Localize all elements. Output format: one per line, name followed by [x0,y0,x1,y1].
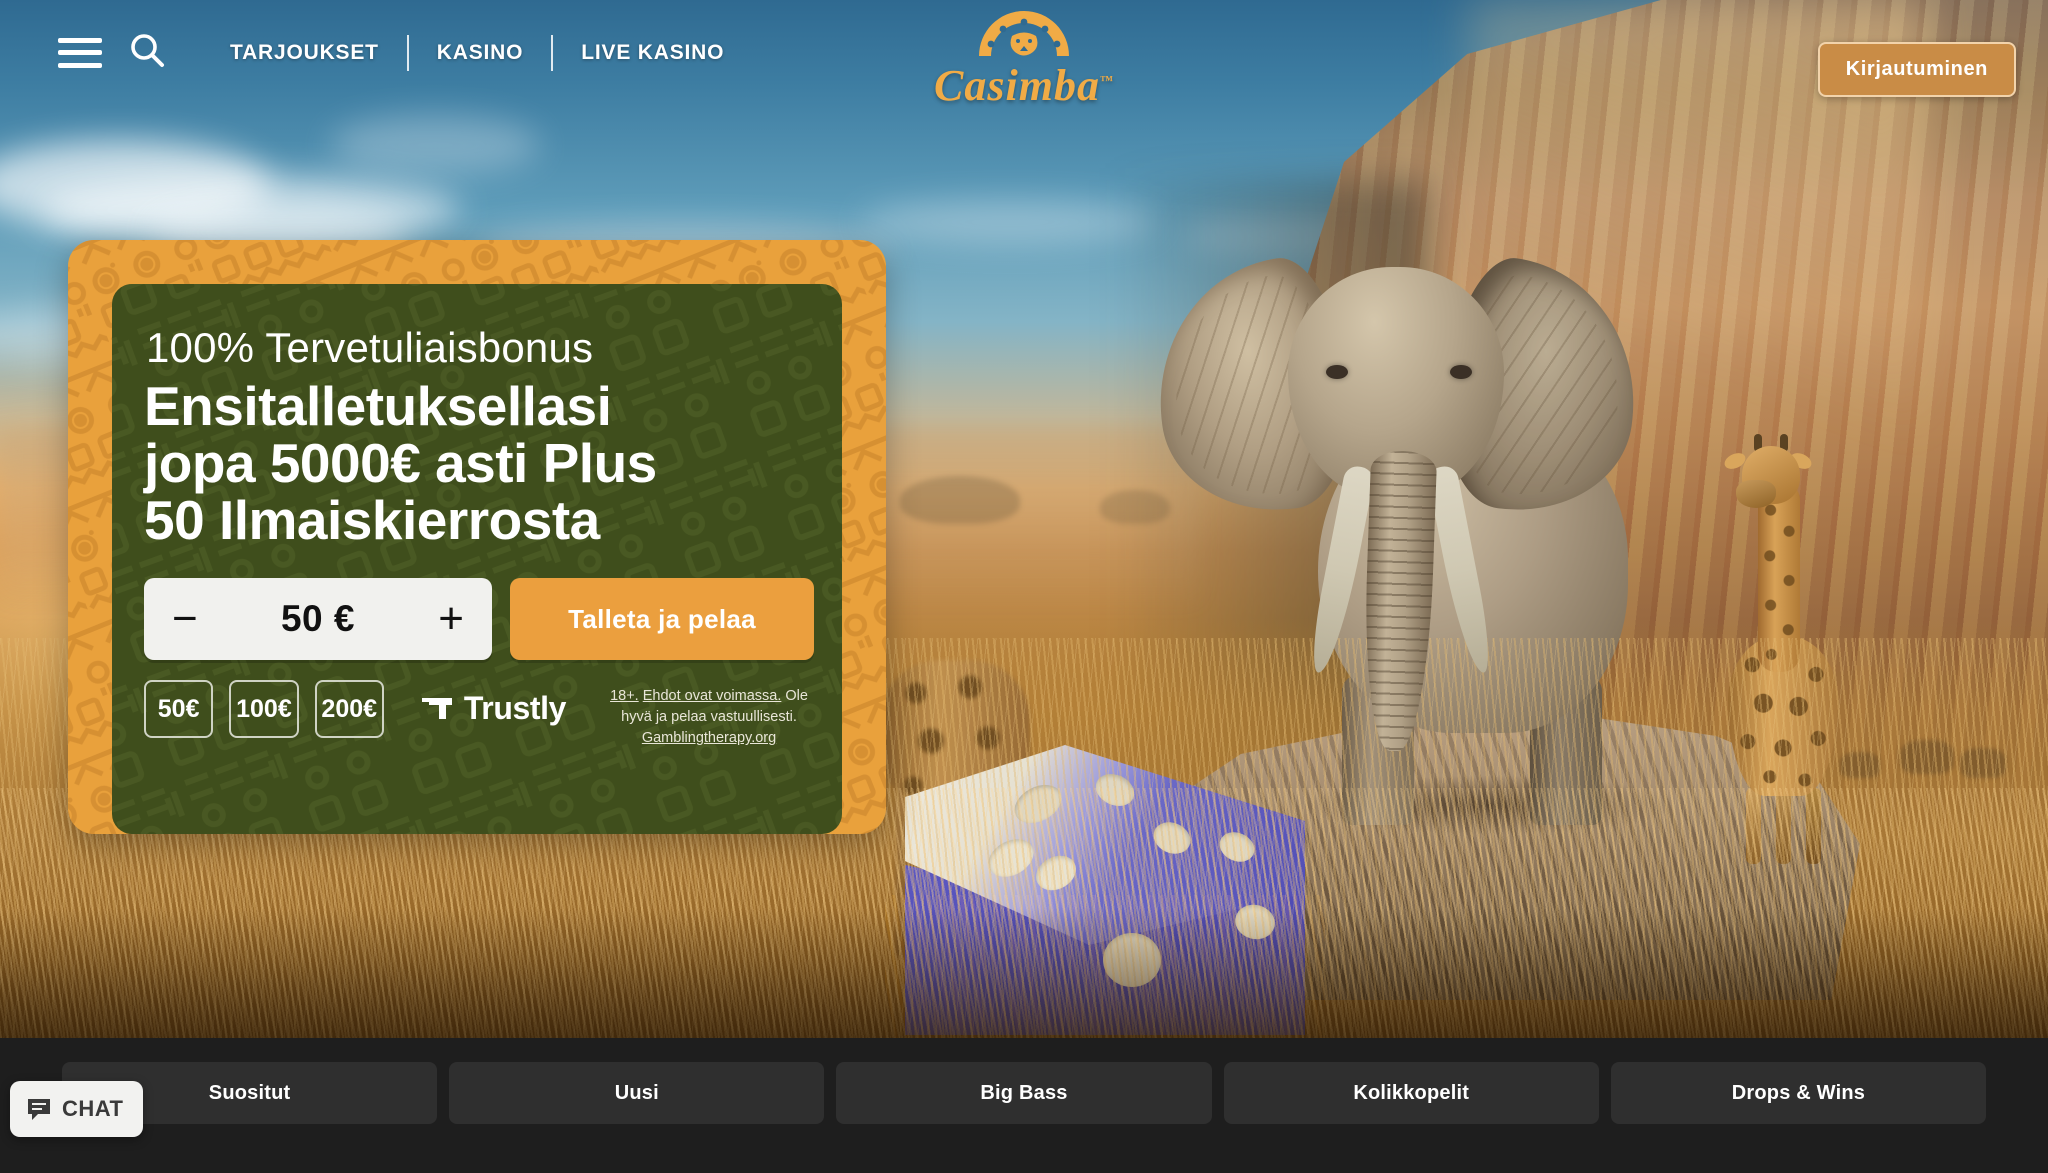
hamburger-menu-icon[interactable] [58,37,102,68]
conditions-link[interactable]: Ehdot ovat voimassa. [643,688,782,704]
terms-and-conditions: 18+. Ehdot ovat voimassa. Ole hyvä ja pe… [604,686,814,749]
welcome-bonus-promo-card: 100% Tervetuliaisbonus Ensitalletuksella… [68,240,886,834]
tab-big-bass[interactable]: Big Bass [836,1062,1212,1124]
increase-amount-button[interactable]: + [438,597,464,641]
top-navigation-bar: TARJOUKSET KASINO LIVE KASINO Casimba™ K… [0,0,2048,108]
nav-link-live-kasino[interactable]: LIVE KASINO [553,41,752,65]
deposit-amount-value[interactable]: 50 € [281,598,355,640]
promo-content: 100% Tervetuliaisbonus Ensitalletuksella… [140,324,814,749]
elephant-eye-right [1450,365,1472,379]
tab-kolikkopelit[interactable]: Kolikkopelit [1223,1062,1599,1124]
elephant-eye-left [1326,365,1348,379]
site-logo[interactable]: Casimba™ [909,8,1139,108]
promo-kicker: 100% Tervetuliaisbonus [146,324,594,371]
promo-title-line-2: jopa 5000€ asti Plus [144,431,657,494]
deposit-row: − 50 € + Talleta ja pelaa [144,578,814,661]
quick-amount-row: 50€ 100€ 200€ Trustly 18+. Ehdot ovat vo… [144,680,814,749]
logo-text: Casimba [934,61,1100,110]
nav-link-tarjoukset[interactable]: TARJOUKSET [202,41,407,65]
search-icon[interactable] [128,31,166,74]
chat-label: CHAT [62,1096,124,1121]
grass-bottom-shadow [0,908,2048,1038]
promo-inner-panel: 100% Tervetuliaisbonus Ensitalletuksella… [112,284,842,834]
age-restriction-link[interactable]: 18+. [610,688,639,704]
promo-title-line-3: 50 Ilmaiskierrosta [144,488,600,551]
promo-title-line-1: Ensitalletuksellasi [144,375,612,438]
deposit-and-play-button[interactable]: Talleta ja pelaa [510,578,814,661]
login-button[interactable]: Kirjautuminen [1817,42,2016,97]
trustly-payment-badge: Trustly [420,690,566,727]
trustly-label: Trustly [463,690,567,727]
distant-tree [900,476,1020,524]
logo-wordmark: Casimba™ [909,64,1139,108]
category-bar: Suositut Uusi Big Bass Kolikkopelit Drop… [0,1038,2048,1173]
chat-widget-button[interactable]: CHAT [10,1081,143,1137]
gambling-therapy-link[interactable]: Gamblingtherapy.org [642,730,776,746]
decrease-amount-button[interactable]: − [172,597,198,641]
deposit-amount-stepper[interactable]: − 50 € + [144,578,492,661]
quick-amount-100[interactable]: 100€ [229,680,299,739]
trustly-logo-icon [421,697,452,719]
nav-links: TARJOUKSET KASINO LIVE KASINO [202,34,752,71]
tab-drops-and-wins[interactable]: Drops & Wins [1610,1062,1987,1124]
giraffe-snout [1736,480,1776,508]
nav-link-kasino[interactable]: KASINO [409,41,551,65]
quick-amount-50[interactable]: 50€ [144,680,214,739]
category-tabs: Suositut Uusi Big Bass Kolikkopelit Drop… [0,1038,2048,1124]
trademark-symbol: ™ [1099,72,1114,88]
casimba-lion-chip-icon [979,11,1069,56]
nav-left-group: TARJOUKSET KASINO LIVE KASINO [0,31,752,74]
chat-bubble-icon [28,1099,50,1120]
promo-title: Ensitalletuksellasi jopa 5000€ asti Plus… [144,378,814,548]
quick-amount-200[interactable]: 200€ [314,680,384,739]
page-root: TARJOUKSET KASINO LIVE KASINO Casimba™ K… [0,0,2048,1173]
cloud [330,115,540,175]
tab-uusi[interactable]: Uusi [449,1062,825,1124]
